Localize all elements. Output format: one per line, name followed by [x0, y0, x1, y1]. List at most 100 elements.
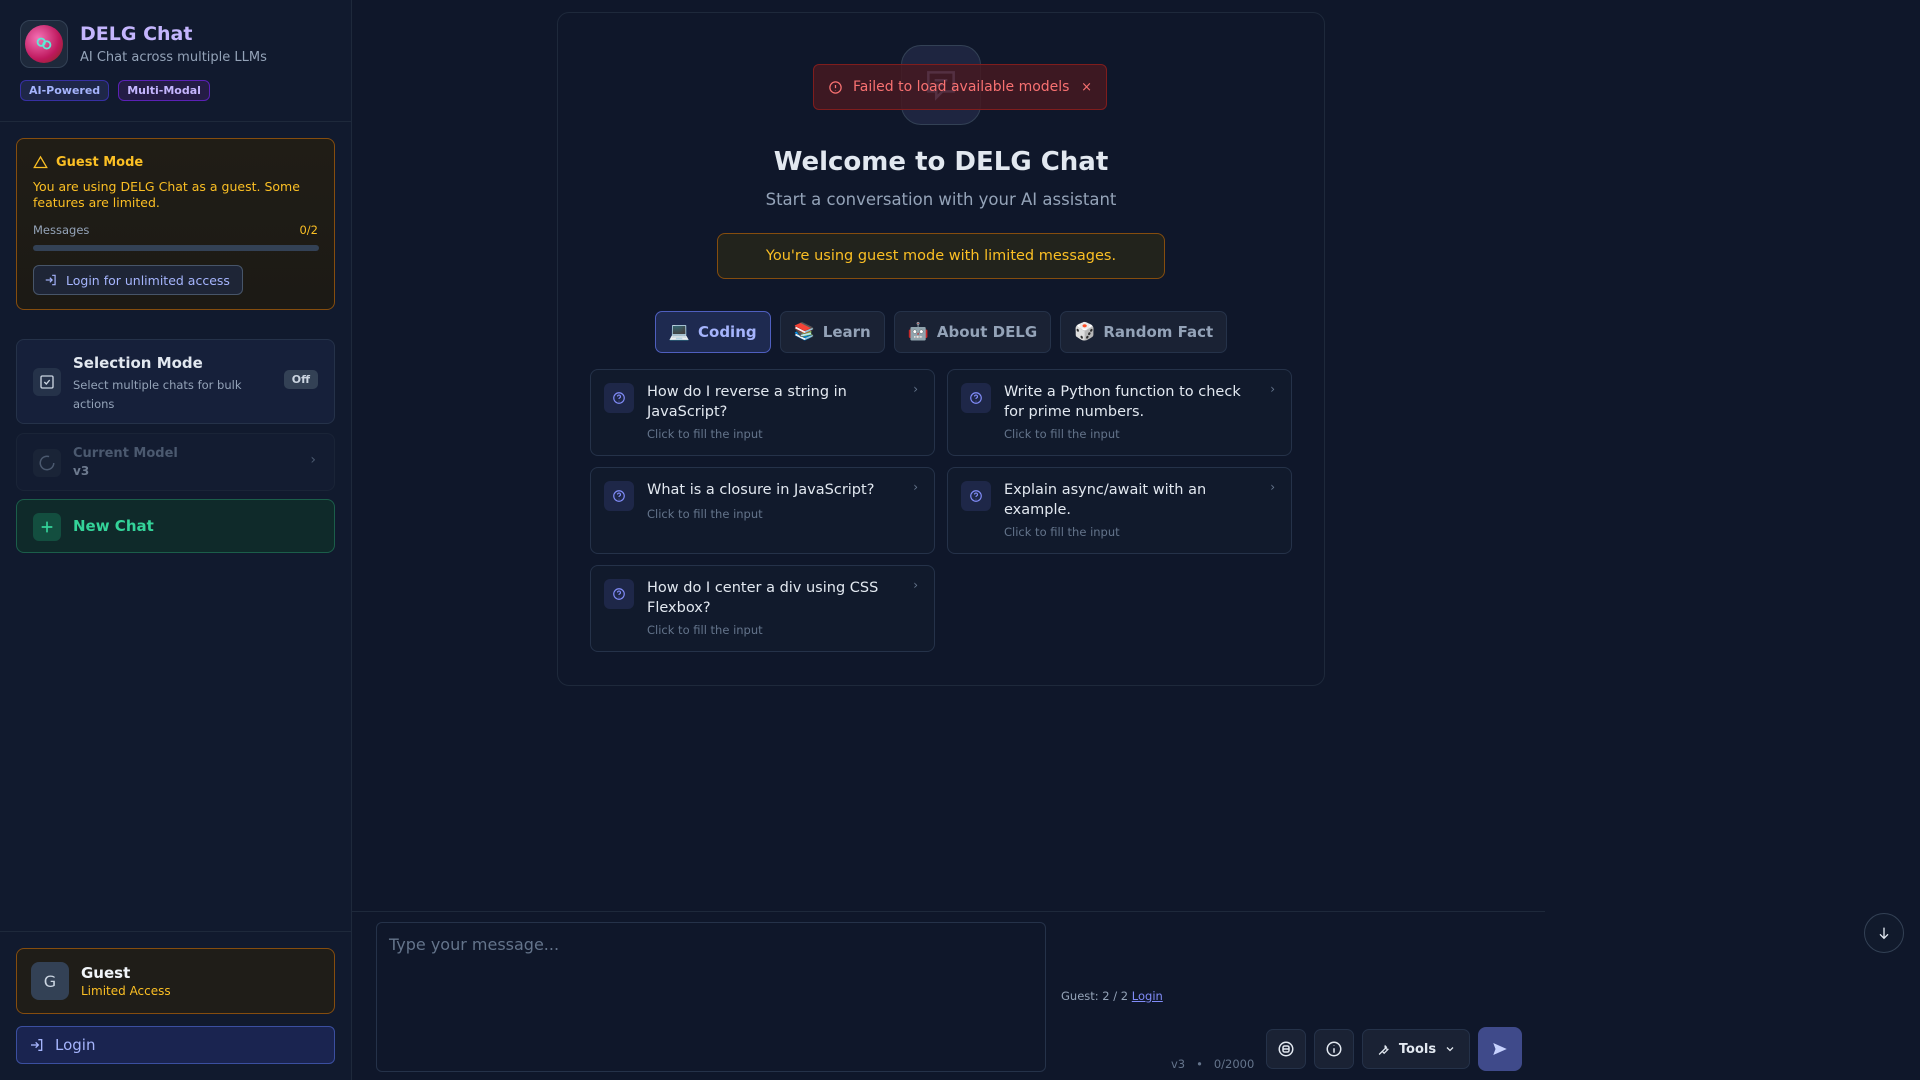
tab-label: Coding — [698, 323, 757, 341]
prompt-text: How do I center a div using CSS Flexbox? — [647, 580, 879, 616]
tab-learn[interactable]: 📚 Learn — [779, 311, 885, 353]
login-unlimited-button[interactable]: Login for unlimited access — [33, 265, 243, 295]
sidebar-login-button[interactable]: Login — [16, 1026, 335, 1064]
current-model-label: Current Model — [73, 446, 178, 461]
prompt-hint: Click to fill the input — [1004, 525, 1120, 539]
guest-quota-login-link[interactable]: Login — [1132, 989, 1163, 1003]
help-circle-icon — [604, 579, 634, 609]
settings-circle-icon — [1278, 1041, 1294, 1057]
user-name: Guest — [81, 964, 131, 982]
suggested-prompt-card[interactable]: How do I center a div using CSS Flexbox?… — [590, 565, 935, 652]
tab-random-fact[interactable]: 🎲 Random Fact — [1060, 311, 1228, 353]
tab-about-delg[interactable]: 🤖 About DELG — [893, 311, 1052, 353]
send-button[interactable] — [1478, 1027, 1522, 1071]
app-logo — [20, 20, 68, 68]
circle-alert-icon — [829, 80, 842, 94]
app-subtitle: AI Chat across multiple LLMs — [80, 50, 267, 65]
suggested-prompt-card[interactable]: Write a Python function to check for pri… — [947, 369, 1292, 456]
chevron-right-icon: › — [913, 578, 918, 592]
char-count: 0/2000 — [1213, 1057, 1255, 1071]
arrow-down-icon — [1879, 927, 1889, 940]
tools-label: Tools — [1398, 1041, 1437, 1057]
prompt-hint: Click to fill the input — [647, 507, 763, 521]
guest-mode-title: Guest Mode — [56, 155, 144, 170]
tab-label: Learn — [822, 323, 871, 341]
welcome-title: Welcome to DELG Chat — [773, 147, 1109, 177]
divider — [352, 911, 1545, 912]
guest-mode-description: You are using DELG Chat as a guest. Some… — [33, 179, 300, 210]
chevron-right-icon: › — [913, 480, 918, 494]
badge-list: AI-Powered Multi-Modal — [20, 80, 210, 101]
sidebar: DELG Chat AI Chat across multiple LLMs A… — [0, 0, 352, 1080]
tab-coding[interactable]: 💻 Coding — [654, 311, 771, 353]
guest-notice: You're using guest mode with limited mes… — [717, 233, 1165, 279]
message-input[interactable] — [376, 922, 1046, 1072]
triangle-alert-icon — [33, 155, 48, 169]
login-icon — [45, 274, 56, 286]
guest-mode-header: Guest Mode — [33, 155, 143, 170]
badge-multi-modal: Multi-Modal — [118, 80, 210, 101]
prompt-text: Explain async/await with an example. — [1004, 482, 1207, 518]
error-toast: Failed to load available models × — [813, 64, 1107, 110]
laptop-icon: 💻 — [668, 322, 690, 342]
divider — [0, 931, 352, 932]
brand-header: DELG Chat AI Chat across multiple LLMs A… — [20, 20, 330, 120]
chevron-right-icon: › — [1270, 480, 1275, 494]
divider — [0, 121, 352, 122]
suggested-prompt-card[interactable]: What is a closure in JavaScript? Click t… — [590, 467, 935, 554]
robot-icon: 🤖 — [907, 322, 929, 342]
help-circle-icon — [604, 383, 634, 413]
guest-quota: Guest: 2 / 2 Login — [1061, 989, 1163, 1003]
welcome-subtitle: Start a conversation with your AI assist… — [765, 190, 1117, 209]
close-icon[interactable]: × — [1081, 80, 1092, 95]
selection-mode-card[interactable]: Selection Mode Select multiple chats for… — [16, 339, 335, 424]
current-model-value: v3 — [73, 464, 90, 478]
prompt-hint: Click to fill the input — [647, 623, 763, 637]
prompt-text: What is a closure in JavaScript? — [647, 482, 875, 498]
info-icon — [1326, 1041, 1342, 1057]
error-toast-message: Failed to load available models — [853, 79, 1070, 95]
loading-icon — [33, 449, 61, 477]
scroll-to-bottom-button[interactable] — [1864, 913, 1904, 953]
plus-icon — [33, 513, 61, 541]
chevron-right-icon: › — [1270, 382, 1275, 396]
messages-label: Messages — [33, 223, 90, 237]
composer-model: v3 — [1171, 1057, 1186, 1071]
books-icon: 📚 — [793, 322, 815, 342]
prompt-hint: Click to fill the input — [647, 427, 763, 441]
tab-label: About DELG — [936, 323, 1038, 341]
help-circle-icon — [961, 383, 991, 413]
current-model-card[interactable]: Current Model v3 › — [16, 433, 335, 491]
tools-dropdown[interactable]: Tools — [1362, 1029, 1470, 1069]
chevron-right-icon: › — [913, 382, 918, 396]
send-icon — [1493, 1043, 1507, 1055]
composer-status: v3 • 0/2000 — [1171, 1057, 1254, 1071]
prompt-text: Write a Python function to check for pri… — [1004, 384, 1241, 420]
selection-mode-title: Selection Mode — [73, 354, 203, 372]
login-unlimited-label: Login for unlimited access — [66, 272, 230, 288]
prompt-hint: Click to fill the input — [1004, 427, 1120, 441]
attach-button[interactable] — [1266, 1029, 1306, 1069]
suggested-prompt-card[interactable]: Explain async/await with an example. Cli… — [947, 467, 1292, 554]
help-circle-icon — [961, 481, 991, 511]
new-chat-button[interactable]: New Chat — [16, 499, 335, 553]
help-circle-icon — [604, 481, 634, 511]
sidebar-login-label: Login — [55, 1036, 96, 1054]
info-button[interactable] — [1314, 1029, 1354, 1069]
separator: • — [1196, 1057, 1203, 1071]
tab-label: Random Fact — [1103, 323, 1214, 341]
selection-mode-subtitle: Select multiple chats for bulk actions — [73, 378, 242, 411]
suggested-prompt-card[interactable]: How do I reverse a string in JavaScript?… — [590, 369, 935, 456]
prompt-category-tabs: 💻 Coding 📚 Learn 🤖 About DELG 🎲 Random F… — [557, 311, 1325, 353]
messages-count: 0/2 — [299, 223, 318, 237]
checkbox-icon — [33, 368, 61, 396]
wrench-icon — [1378, 1044, 1389, 1055]
login-icon — [31, 1039, 43, 1051]
new-chat-label: New Chat — [73, 517, 154, 535]
avatar: G — [31, 962, 69, 1000]
guest-quota-text: Guest: 2 / 2 — [1061, 989, 1129, 1003]
dice-icon: 🎲 — [1074, 322, 1096, 342]
app-title: DELG Chat — [80, 23, 193, 45]
selection-mode-toggle[interactable]: Off — [283, 370, 318, 389]
user-card[interactable]: G Guest Limited Access — [16, 948, 335, 1014]
